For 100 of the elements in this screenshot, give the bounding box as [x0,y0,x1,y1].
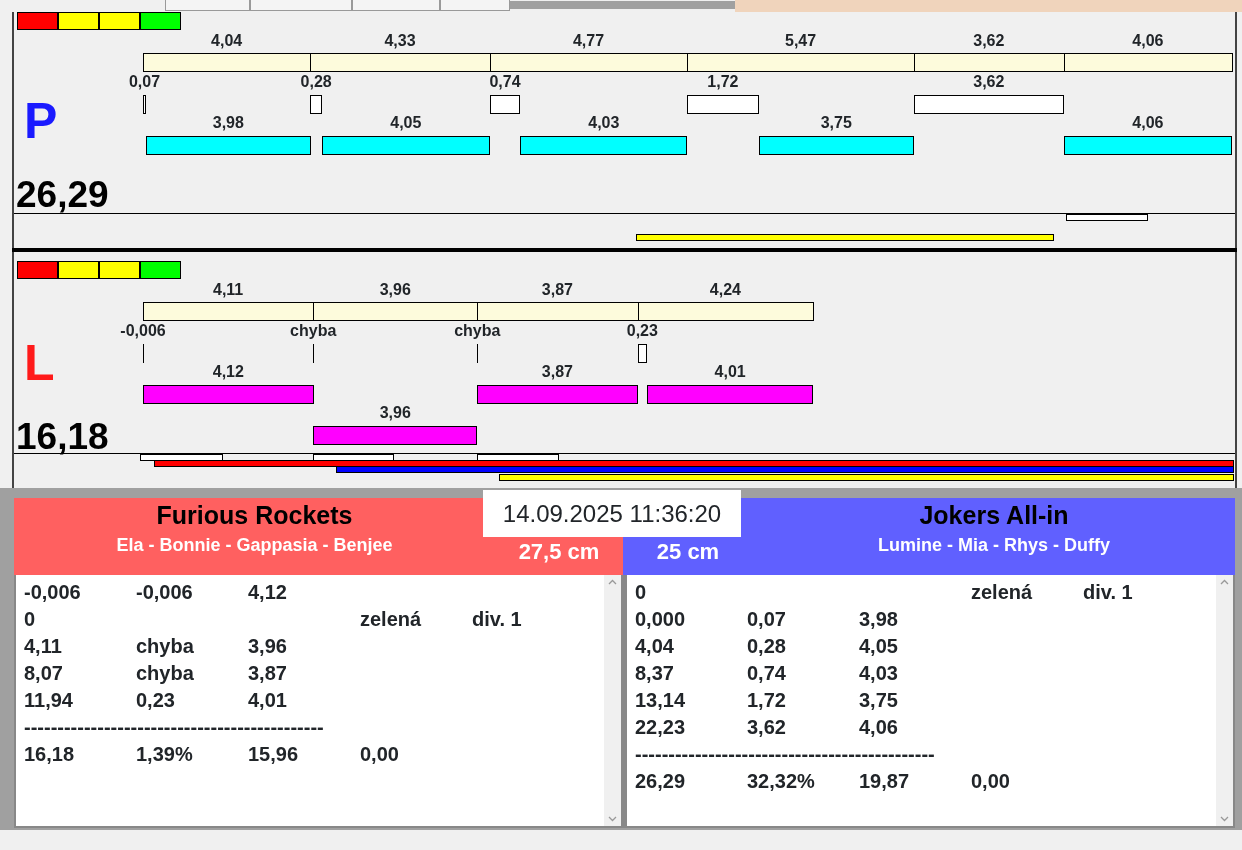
list-value: 16,18 [24,741,76,767]
reaction-bar [489,95,521,114]
reaction-time: 0,23 [626,322,658,340]
list-value: 0,00 [360,741,400,767]
reaction-tick [143,344,144,363]
list-value: 8,07 [24,660,64,686]
list-value: 1,72 [747,687,787,713]
distance-value: 25 cm [656,539,720,565]
list-value: zelená [971,579,1034,605]
scroll-up-icon[interactable] [1220,579,1229,585]
segment-time: 5,47 [785,32,817,50]
segment-time: 3,62 [973,32,1005,50]
segment-time: 4,24 [709,281,741,299]
list-value: 4,04 [635,633,675,659]
scroll-down-icon[interactable] [1220,816,1229,822]
list-value: 19,87 [859,768,911,794]
separator-line: --------------------------------------------- [24,714,324,740]
list-value: zelená [360,606,423,632]
reaction-time: chyba [454,322,501,340]
segment-time: 3,96 [379,281,411,299]
list-value: 11,94 [24,687,74,713]
reaction-time: chyba [290,322,337,340]
date-time: 14.09.2025 11:36:20 [483,490,741,537]
list-value: 22,23 [635,714,687,740]
segment-time: 4,04 [211,32,243,50]
list-value: 0 [24,606,37,632]
distance-value: 27,5 cm [518,539,600,565]
team-name: Furious Rockets [156,500,353,530]
reaction-tick [313,344,315,363]
list-value: 0,28 [747,633,787,659]
reaction-bar [637,344,648,363]
list-value: 3,87 [248,660,288,686]
run-time: 4,03 [588,114,620,132]
run-time: 3,96 [379,404,411,422]
scroll-down-icon[interactable] [608,816,617,822]
tab[interactable] [352,0,440,11]
tab[interactable] [440,0,510,11]
segment-time: 4,11 [213,281,244,299]
list-value: 26,29 [635,768,687,794]
reaction-tick [477,344,479,363]
tab[interactable] [165,0,250,11]
list-value: 8,37 [635,660,675,686]
segment-time: 4,33 [384,32,416,50]
list-value: 0,74 [747,660,787,686]
list-value: div. 1 [1083,579,1134,605]
reaction-time: 1,72 [707,73,739,91]
reaction-time: 0,74 [489,73,521,91]
list-value: chyba [136,660,195,686]
separator-line: --------------------------------------------- [635,741,935,767]
list-value: 32,32% [747,768,816,794]
reaction-bar [310,95,322,114]
run-time: 3,98 [212,114,244,132]
list-value: 4,01 [248,687,288,713]
track-letter: L [24,338,55,388]
list-value: 4,05 [859,633,899,659]
total-time: 26,29 [16,176,109,214]
reaction-bar [143,95,146,114]
list-value: 0,00 [971,768,1011,794]
list-value: -0,006 [136,579,194,605]
team-members: Ela - Bonnie - Gappasia - Benjee [116,534,393,556]
total-time: 16,18 [16,418,109,456]
list-value: 3,98 [859,606,899,632]
list-value: 3,62 [747,714,787,740]
list-value: div. 1 [472,606,523,632]
segment-time: 3,87 [541,281,573,299]
list-value: 0,23 [136,687,176,713]
segment-time: 4,77 [572,32,605,50]
run-time: 4,05 [390,114,422,132]
scrollbar[interactable] [1216,575,1233,826]
list-value: 13,14 [635,687,687,713]
list-value: 3,75 [859,687,899,713]
list-value: 4,11 [24,633,63,659]
segment-time: 4,06 [1132,32,1164,50]
run-time: 4,06 [1132,114,1164,132]
list-value: chyba [136,633,195,659]
run-time: 3,87 [541,363,573,381]
list-value: 3,96 [248,633,288,659]
list-value: 4,06 [859,714,899,740]
reaction-time: 3,62 [973,73,1005,91]
list-value: 0,000 [635,606,687,632]
list-value: 15,96 [248,741,300,767]
team-name: Jokers All-in [919,500,1069,530]
list-value: 0 [635,579,648,605]
track-letter: P [24,96,58,146]
reaction-time: 0,07 [128,73,161,91]
tab[interactable] [250,0,352,11]
list-value: 4,03 [859,660,899,686]
list-value: -0,006 [24,579,82,605]
team-members: Lumine - Mia - Rhys - Duffy [878,534,1110,556]
list-value: 0,07 [747,606,787,632]
reaction-time: -0,006 [120,322,166,340]
run-time: 4,01 [714,363,746,381]
run-time: 4,12 [212,363,244,381]
reaction-bar [687,95,759,114]
reaction-time: 0,28 [300,73,332,91]
scrollbar[interactable] [604,575,621,826]
list-value: 1,39% [136,741,194,767]
list-value: 4,12 [248,579,288,605]
scroll-up-icon[interactable] [608,579,617,585]
run-time: 3,75 [820,114,852,132]
